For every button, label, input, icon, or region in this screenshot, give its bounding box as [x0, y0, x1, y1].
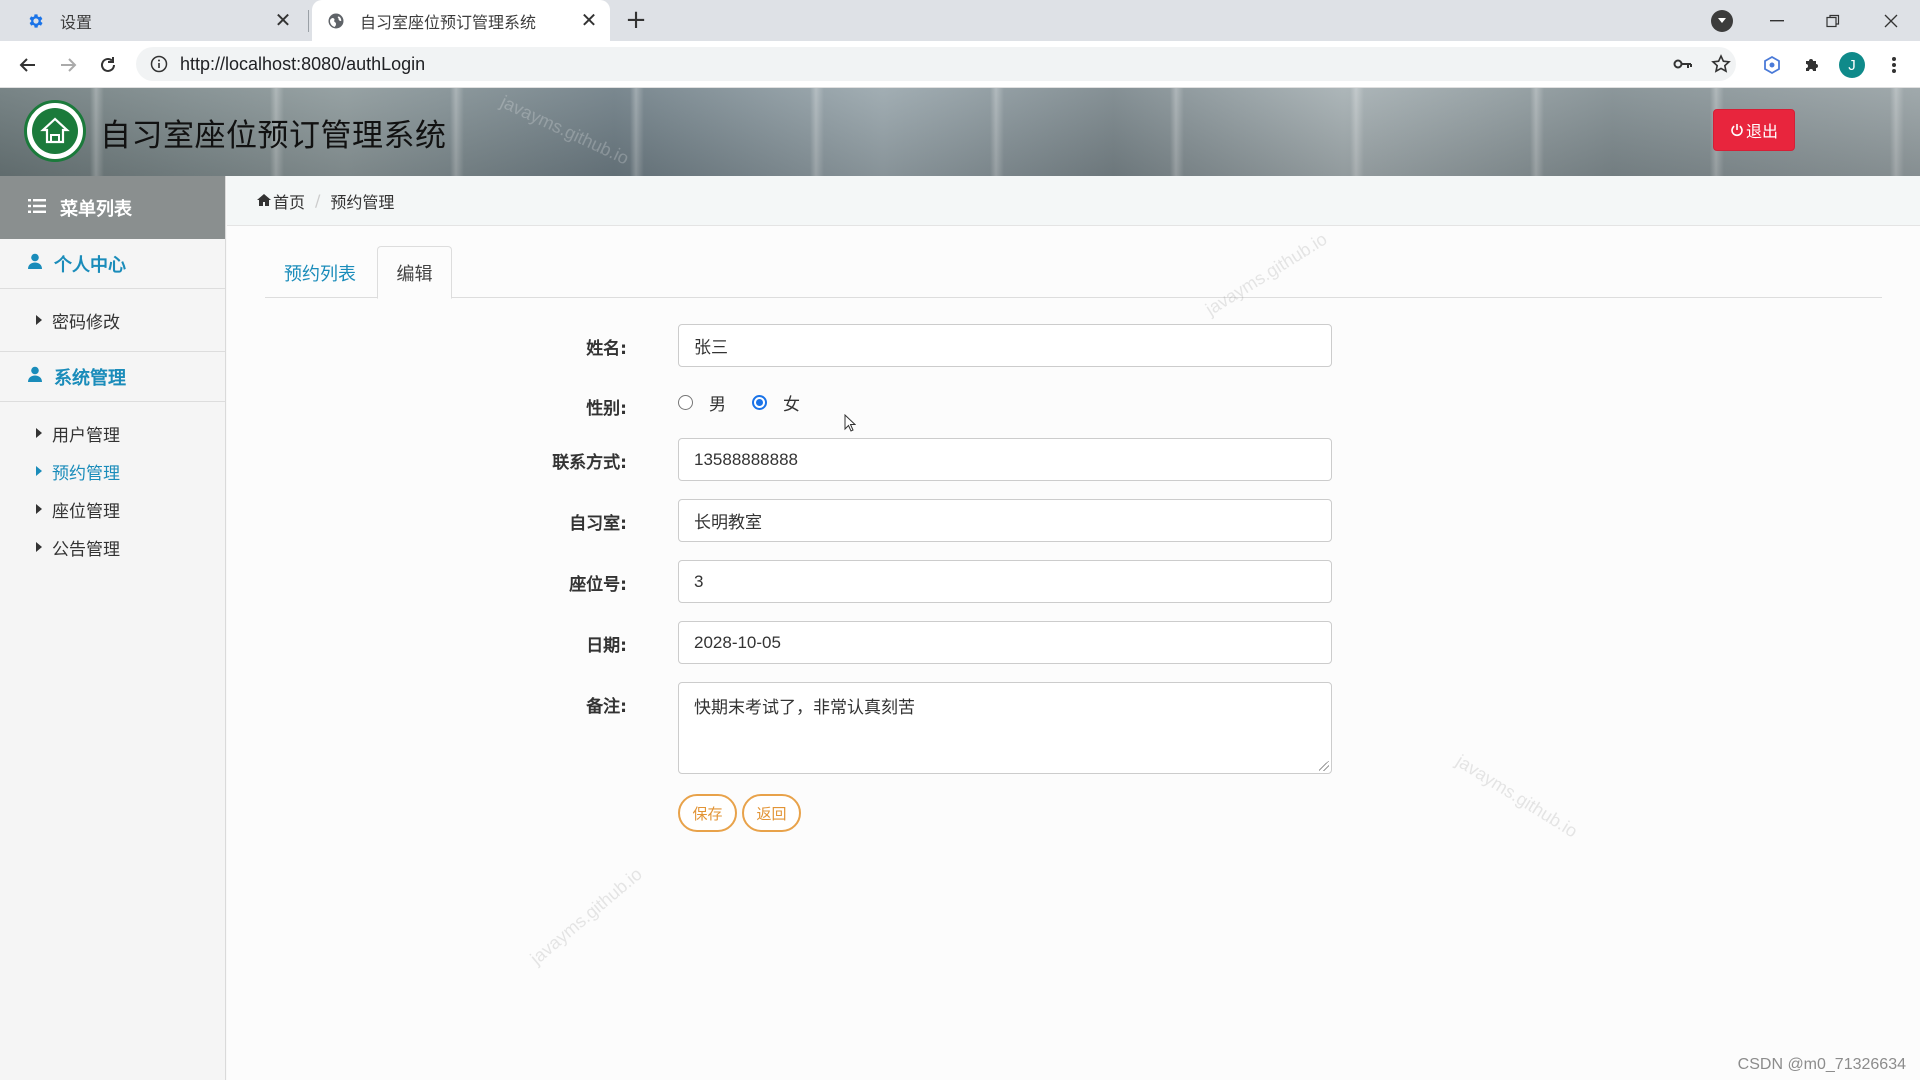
sidebar-group-label: 个人中心 — [54, 254, 126, 276]
sidebar-item-label: 公告管理 — [52, 539, 120, 560]
note-label: 备注: — [586, 697, 627, 717]
sidebar-item-label: 用户管理 — [52, 425, 120, 446]
menu-list-header: 菜单列表 — [0, 176, 225, 239]
tab-search-icon[interactable] — [1711, 10, 1733, 32]
gender-radio-group: 男 女 — [678, 390, 826, 415]
date-label: 日期: — [586, 636, 627, 656]
gender-female-radio[interactable] — [752, 395, 767, 410]
user-icon — [28, 366, 42, 387]
forward-arrow-icon[interactable] — [54, 51, 82, 79]
globe-icon — [326, 11, 346, 31]
browser-toolbar: http://localhost:8080/authLogin J — [0, 41, 1920, 88]
site-info-icon[interactable] — [150, 55, 168, 73]
sidebar-group-system-management[interactable]: 系统管理 — [0, 352, 225, 402]
logo-emblem — [32, 108, 78, 154]
power-icon — [1730, 123, 1744, 137]
name-input[interactable]: 张三 — [678, 324, 1332, 367]
room-input[interactable]: 长明教室 — [678, 499, 1332, 542]
sidebar-item-seat-management[interactable]: 座位管理 — [0, 490, 225, 528]
home-icon — [257, 191, 271, 210]
sidebar-item-reservation-management[interactable]: 预约管理 — [0, 452, 225, 490]
caret-right-icon — [36, 315, 42, 325]
mouse-cursor-icon — [844, 413, 857, 436]
caret-right-icon — [36, 542, 42, 552]
tab-separator — [308, 10, 309, 32]
sidebar-group-label: 系统管理 — [54, 367, 126, 389]
note-text: 快期末考试了，非常认真刻苦 — [694, 698, 915, 718]
sidebar-item-user-management[interactable]: 用户管理 — [0, 414, 225, 452]
seat-label: 座位号: — [569, 575, 627, 595]
profile-avatar[interactable]: J — [1839, 52, 1865, 78]
date-input[interactable]: 2028-10-05 — [678, 621, 1332, 664]
sidebar-item-label: 预约管理 — [52, 463, 120, 484]
app-header: 自习室座位预订管理系统 退出 — [0, 88, 1920, 176]
logout-label: 退出 — [1745, 122, 1778, 141]
browser-tab-title: 自习室座位预订管理系统 — [360, 12, 537, 32]
back-arrow-icon[interactable] — [14, 51, 42, 79]
credit-text: CSDN @m0_71326634 — [1737, 1056, 1906, 1073]
close-tab-icon[interactable]: ✕ — [272, 8, 294, 32]
browser-tab-settings[interactable]: 设置 ✕ — [0, 0, 304, 41]
watermark-text: javayms.github.io — [1452, 750, 1582, 842]
bookmark-star-icon[interactable] — [1706, 47, 1736, 81]
contact-label: 联系方式: — [552, 453, 627, 473]
note-textarea[interactable]: 快期末考试了，非常认真刻苦 — [678, 682, 1332, 774]
browser-tab-title: 设置 — [60, 12, 93, 32]
sidebar-item-password-change[interactable]: 密码修改 — [0, 301, 225, 339]
extension-icon[interactable] — [1758, 51, 1786, 79]
caret-right-icon — [36, 428, 42, 438]
user-icon — [28, 253, 42, 274]
tab-reservation-list[interactable]: 预约列表 — [265, 246, 375, 299]
content-tabs: 预约列表 编辑 — [265, 246, 1882, 299]
breadcrumb: 首页 / 预约管理 — [227, 176, 1920, 226]
sidebar-group-personal-center[interactable]: 个人中心 — [0, 239, 225, 289]
sidebar-item-label: 密码修改 — [52, 312, 120, 333]
sidebar: 菜单列表 个人中心 密码修改 系统管理 用户管理 预约管理 座位管理 公告管理 — [0, 176, 226, 1080]
minimize-icon[interactable] — [1752, 4, 1802, 38]
watermark-text: javayms.github.io — [526, 863, 646, 969]
save-button[interactable]: 保存 — [678, 794, 737, 832]
caret-right-icon — [36, 504, 42, 514]
gender-female-label: 女 — [783, 395, 800, 415]
menu-list-title: 菜单列表 — [60, 198, 132, 220]
sidebar-item-label: 座位管理 — [52, 501, 120, 522]
name-label: 姓名: — [586, 339, 627, 359]
sidebar-group-items: 用户管理 预约管理 座位管理 公告管理 — [0, 402, 225, 578]
address-bar[interactable]: http://localhost:8080/authLogin — [136, 47, 1736, 81]
gender-male-label: 男 — [709, 395, 726, 415]
restore-icon[interactable] — [1808, 4, 1858, 38]
gender-label: 性别: — [586, 399, 627, 419]
window-close-icon[interactable] — [1866, 4, 1916, 38]
seat-input[interactable]: 3 — [678, 560, 1332, 603]
breadcrumb-separator: / — [315, 191, 321, 210]
contact-input[interactable]: 13588888888 — [678, 438, 1332, 481]
sidebar-item-announcement-management[interactable]: 公告管理 — [0, 528, 225, 566]
key-icon[interactable] — [1668, 47, 1698, 81]
more-menu-icon[interactable] — [1880, 51, 1908, 79]
university-logo — [24, 100, 86, 162]
puzzle-icon[interactable] — [1798, 51, 1826, 79]
url-text: http://localhost:8080/authLogin — [180, 53, 426, 74]
breadcrumb-current: 预约管理 — [330, 192, 395, 212]
logout-button[interactable]: 退出 — [1713, 109, 1795, 151]
tab-edit[interactable]: 编辑 — [377, 246, 452, 299]
room-label: 自习室: — [569, 514, 627, 534]
sidebar-group-items: 密码修改 — [0, 289, 225, 352]
browser-tab-strip: 设置 ✕ 自习室座位预订管理系统 ✕ + — [0, 0, 1920, 41]
new-tab-button[interactable]: + — [622, 7, 650, 34]
gender-male-radio[interactable] — [678, 395, 693, 410]
resize-grip-icon[interactable] — [1319, 761, 1329, 771]
reload-icon[interactable] — [94, 51, 122, 79]
main-content: 预约列表 编辑 姓名: 张三 性别: 男 女 联系方式: 13588888888… — [227, 226, 1920, 1080]
app-title: 自习室座位预订管理系统 — [100, 118, 447, 154]
breadcrumb-home-link[interactable]: 首页 — [273, 189, 305, 213]
gear-icon — [26, 11, 46, 31]
back-button[interactable]: 返回 — [742, 794, 801, 832]
list-icon — [28, 197, 46, 218]
caret-right-icon — [36, 466, 42, 476]
browser-tab-active[interactable]: 自习室座位预订管理系统 ✕ — [312, 0, 610, 41]
close-tab-icon[interactable]: ✕ — [578, 8, 600, 32]
